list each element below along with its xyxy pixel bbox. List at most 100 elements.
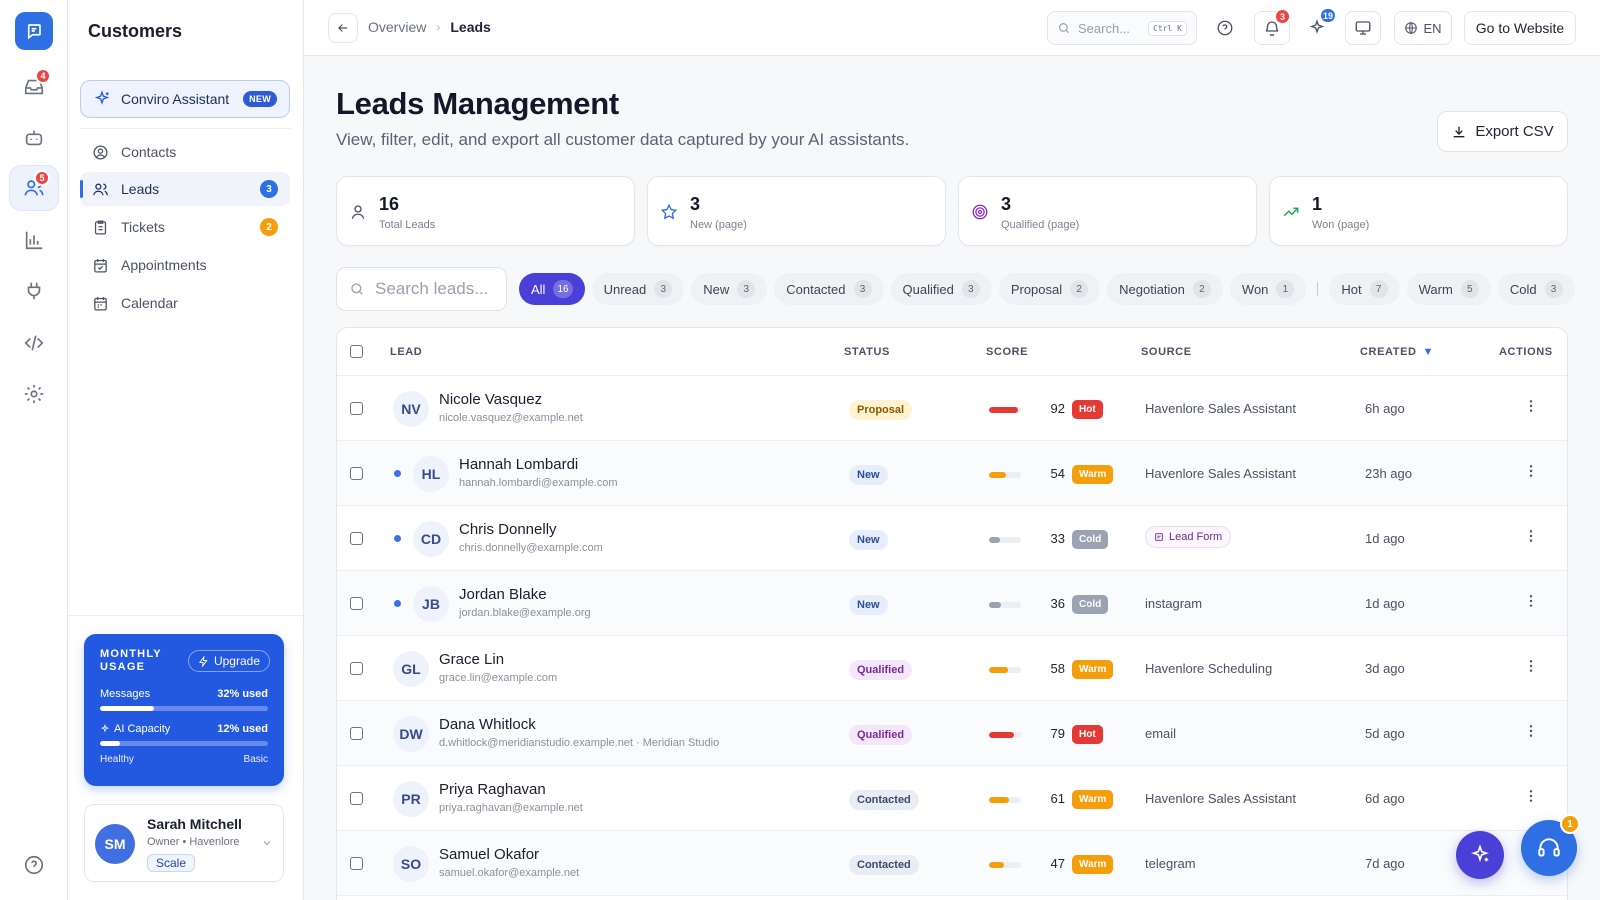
- created-time: 3d ago: [1365, 661, 1405, 676]
- rail-help-button[interactable]: [9, 842, 59, 888]
- source-label: Havenlore Sales Assistant: [1145, 791, 1297, 806]
- table-row[interactable]: PR Priya Raghavan priya.raghavan@example.n…: [337, 766, 1567, 831]
- filter-chip-new[interactable]: New 3: [691, 273, 768, 305]
- star-icon: [660, 203, 678, 221]
- leads-table: LEAD STATUS SCORE SOURCE CREATED ▼ ACTIO…: [336, 327, 1568, 900]
- row-checkbox[interactable]: [350, 662, 363, 675]
- sidebar-item-appointments[interactable]: Appointments: [80, 248, 290, 282]
- support-chat-fab[interactable]: 1: [1521, 814, 1580, 876]
- filter-chip-all[interactable]: All 16: [519, 273, 585, 305]
- leads-count-badge: 3: [260, 180, 278, 198]
- sidebar-item-leads[interactable]: Leads 3: [80, 172, 290, 206]
- sidebar-item-calendar[interactable]: Calendar: [80, 286, 290, 320]
- table-row[interactable]: NV Nicole Vasquez nicole.vasquez@example.n…: [337, 376, 1567, 441]
- lead-name[interactable]: Dana Whitlock: [439, 716, 536, 733]
- filter-chip-qualified[interactable]: Qualified 3: [890, 273, 992, 305]
- status-badge[interactable]: New: [849, 595, 888, 615]
- row-checkbox[interactable]: [350, 792, 363, 805]
- filter-chip-negotiation[interactable]: Negotiation 2: [1107, 273, 1223, 305]
- status-badge[interactable]: New: [849, 530, 888, 550]
- ai-assistant-fab[interactable]: [1456, 831, 1504, 879]
- top-bar: Overview › Leads Search... Ctrl K 3 19 E…: [304, 0, 1600, 56]
- status-badge[interactable]: Qualified: [849, 725, 913, 745]
- status-badge[interactable]: Contacted: [849, 855, 919, 875]
- chip-count: 3: [961, 280, 980, 298]
- status-badge[interactable]: Contacted: [849, 790, 919, 810]
- rail-code-button[interactable]: [9, 320, 59, 366]
- rail-inbox-button[interactable]: 4: [9, 64, 59, 110]
- filter-chip-warm[interactable]: Warm 5: [1406, 273, 1491, 305]
- messages-label: Messages: [100, 688, 151, 700]
- export-csv-button[interactable]: Export CSV: [1437, 111, 1568, 152]
- chip-label: Negotiation: [1119, 281, 1185, 297]
- upgrade-button[interactable]: Upgrade: [187, 650, 270, 672]
- filter-chip-won[interactable]: Won 1: [1229, 273, 1307, 305]
- filter-chip-proposal[interactable]: Proposal 2: [998, 273, 1101, 305]
- user-profile-card[interactable]: SM Sarah Mitchell Owner • Havenlore Scal…: [84, 804, 284, 882]
- filter-chip-cold[interactable]: Cold 3: [1497, 273, 1575, 305]
- status-badge[interactable]: Qualified: [849, 660, 913, 680]
- breadcrumb-overview[interactable]: Overview: [368, 19, 426, 35]
- notifications-button[interactable]: 3: [1254, 8, 1291, 45]
- lead-email: d.whitlock@meridianstudio.example.net · …: [439, 737, 720, 749]
- table-row[interactable]: HL Hannah Lombardi hannah.lombardi@example…: [337, 441, 1567, 506]
- chip-divider: [1317, 282, 1319, 296]
- avatar: JB: [413, 586, 449, 622]
- filter-chip-contacted[interactable]: Contacted 3: [774, 273, 884, 305]
- filter-chip-unread[interactable]: Unread 3: [591, 273, 685, 305]
- lead-name[interactable]: Samuel Okafor: [439, 846, 539, 863]
- sidebar-item-contacts[interactable]: Contacts: [80, 135, 290, 169]
- rail-integrations-button[interactable]: [9, 268, 59, 314]
- more-actions-icon[interactable]: [1523, 788, 1539, 804]
- table-row[interactable]: CD Chris Donnelly chris.donnelly@example.c…: [337, 506, 1567, 571]
- rail-settings-button[interactable]: [9, 371, 59, 417]
- more-actions-icon[interactable]: [1523, 593, 1539, 609]
- row-checkbox[interactable]: [350, 857, 363, 870]
- rail-customers-button[interactable]: 5: [9, 165, 59, 211]
- whats-new-button[interactable]: 19: [1299, 7, 1337, 45]
- rail-analytics-button[interactable]: [9, 217, 59, 263]
- table-row[interactable]: DW Dana Whitlock d.whitlock@meridianstudio…: [337, 701, 1567, 766]
- lead-name[interactable]: Grace Lin: [439, 651, 504, 668]
- row-checkbox[interactable]: [350, 532, 363, 545]
- app-logo-icon[interactable]: [15, 12, 53, 50]
- monthly-usage-card: MONTHLY USAGE Upgrade Messages 32% used …: [84, 634, 284, 786]
- assistant-button[interactable]: Conviro Assistant NEW: [80, 80, 290, 118]
- more-actions-icon[interactable]: [1523, 398, 1539, 414]
- sidebar-item-tickets[interactable]: Tickets 2: [80, 210, 290, 244]
- more-actions-icon[interactable]: [1523, 463, 1539, 479]
- more-actions-icon[interactable]: [1523, 658, 1539, 674]
- lead-name[interactable]: Jordan Blake: [459, 586, 547, 603]
- stat-total-leads: 16 Total Leads: [336, 176, 635, 246]
- global-search-input[interactable]: Search... Ctrl K: [1047, 11, 1197, 45]
- lead-name[interactable]: Chris Donnelly: [459, 521, 557, 538]
- lead-name[interactable]: Priya Raghavan: [439, 781, 546, 798]
- filter-chip-hot[interactable]: Hot 7: [1329, 273, 1400, 305]
- display-toggle-button[interactable]: [1345, 11, 1381, 45]
- go-to-website-button[interactable]: Go to Website: [1464, 11, 1576, 45]
- more-actions-icon[interactable]: [1523, 528, 1539, 544]
- status-badge[interactable]: Proposal: [849, 400, 913, 420]
- row-checkbox[interactable]: [350, 467, 363, 480]
- table-row[interactable]: GL Grace Lin grace.lin@example.com Qualifie…: [337, 636, 1567, 701]
- back-button[interactable]: [328, 13, 358, 43]
- help-button[interactable]: [1207, 11, 1243, 45]
- leads-search-input[interactable]: Search leads...: [336, 267, 507, 311]
- row-checkbox[interactable]: [350, 402, 363, 415]
- new-badge: NEW: [243, 91, 277, 107]
- status-badge[interactable]: New: [849, 465, 888, 485]
- more-actions-icon[interactable]: [1523, 723, 1539, 739]
- table-row[interactable]: SO Samuel Okafor samuel.okafor@example.net…: [337, 831, 1567, 896]
- row-checkbox[interactable]: [350, 727, 363, 740]
- language-selector[interactable]: EN: [1394, 11, 1452, 45]
- row-checkbox[interactable]: [350, 597, 363, 610]
- rail-bot-button[interactable]: [9, 115, 59, 161]
- lead-name[interactable]: Nicole Vasquez: [439, 391, 542, 408]
- created-time: 5d ago: [1365, 726, 1405, 741]
- trending-up-icon: [1282, 203, 1300, 221]
- table-row[interactable]: JB Jordan Blake jordan.blake@example.org Ne…: [337, 571, 1567, 636]
- health-status: Healthy: [100, 754, 134, 765]
- column-header-created[interactable]: CREATED ▼: [1360, 346, 1434, 358]
- select-all-checkbox[interactable]: [350, 345, 363, 358]
- lead-name[interactable]: Hannah Lombardi: [459, 456, 578, 473]
